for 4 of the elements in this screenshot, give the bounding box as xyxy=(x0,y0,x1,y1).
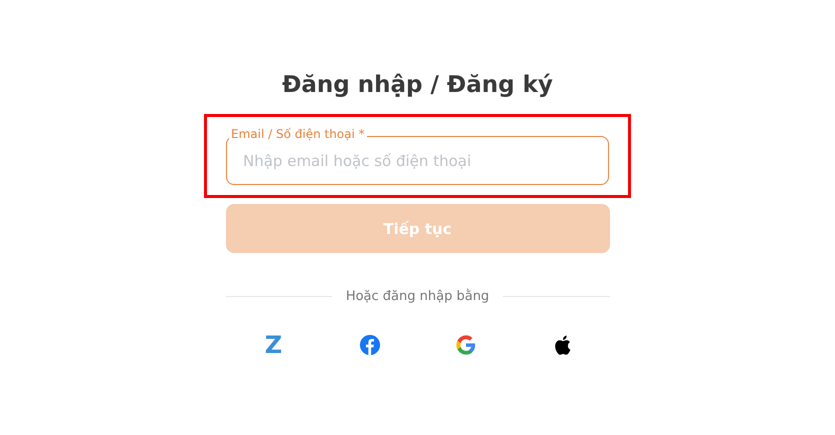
field-label: Email / Số điện thoại * xyxy=(229,127,367,142)
divider-text: Hoặc đăng nhập bằng xyxy=(346,289,490,304)
zalo-button[interactable]: Z xyxy=(260,332,286,358)
page-title: Đăng nhập / Đăng ký xyxy=(282,71,553,100)
